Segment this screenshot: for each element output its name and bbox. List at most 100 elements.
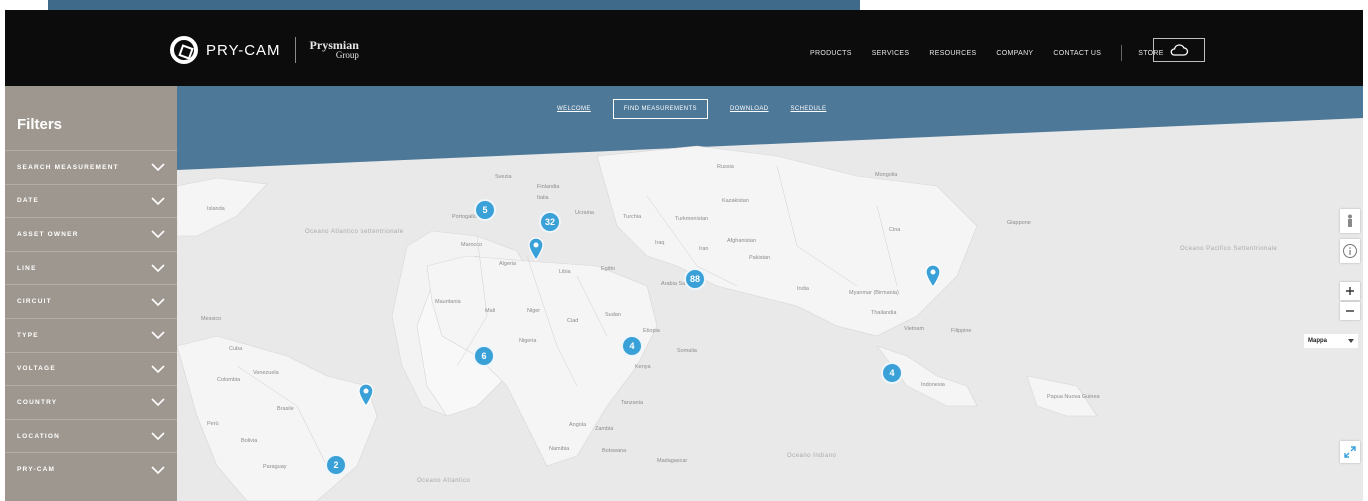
chevron-down-icon — [151, 398, 165, 407]
place-label: Tanzania — [621, 400, 644, 406]
place-label: Islanda — [207, 206, 225, 212]
place-label: India — [797, 286, 809, 292]
cluster-marker[interactable]: 6 — [473, 345, 495, 367]
place-label: Paraguay — [263, 464, 287, 470]
nav-products[interactable]: PRODUCTS — [810, 50, 852, 57]
street-view-button[interactable] — [1340, 209, 1360, 233]
filter-label: ASSET OWNER — [17, 230, 79, 238]
cloud-login-button[interactable] — [1153, 38, 1205, 62]
place-label: Myanmar (Birmania) — [849, 290, 899, 296]
filter-label: TYPE — [17, 331, 39, 339]
place-label: Perù — [207, 421, 219, 427]
tab-download[interactable]: DOWNLOAD — [730, 106, 769, 112]
top-banner-strip — [48, 0, 860, 10]
expand-icon — [1344, 446, 1356, 458]
filter-type[interactable]: TYPE — [5, 317, 177, 352]
zoom-in-button[interactable] — [1340, 282, 1360, 300]
place-label: Botswana — [602, 448, 627, 454]
location-pin-icon[interactable] — [358, 383, 374, 407]
location-pin-icon[interactable] — [925, 264, 941, 288]
filter-search-measurement[interactable]: SEARCH MEASUREMENT — [5, 150, 177, 184]
place-label: Algeria — [499, 261, 517, 267]
map-type-value: Mappa — [1308, 338, 1328, 344]
cluster-marker[interactable]: 5 — [474, 199, 496, 221]
zoom-out-button[interactable] — [1340, 302, 1360, 320]
filter-asset-owner[interactable]: ASSET OWNER — [5, 217, 177, 251]
measurements-map[interactable]: WELCOME FIND MEASUREMENTS DOWNLOAD SCHED… — [177, 86, 1363, 501]
filter-location[interactable]: LOCATION — [5, 418, 177, 453]
filter-label: PRY-CAM — [17, 466, 56, 474]
place-label: Brasile — [277, 406, 294, 412]
place-label: Etiopia — [643, 328, 660, 334]
brand-logo[interactable]: PRY-CAM Prysmian Group — [170, 36, 359, 64]
place-label: Bolivia — [241, 438, 258, 444]
plus-icon — [1346, 287, 1354, 295]
nav-services[interactable]: SERVICES — [872, 50, 910, 57]
cluster-marker[interactable]: 32 — [539, 211, 561, 233]
place-label: Egitto — [601, 266, 616, 272]
place-label: Somalia — [677, 348, 697, 354]
filter-country[interactable]: COUNTRY — [5, 385, 177, 419]
place-label: Venezuela — [253, 370, 279, 376]
place-label: Papua Nuova Guinea — [1047, 394, 1100, 400]
chevron-down-icon — [151, 264, 165, 273]
nav-company[interactable]: COMPANY — [996, 50, 1033, 57]
caret-down-icon — [1348, 339, 1354, 343]
place-label: Mauritania — [435, 299, 461, 305]
filter-voltage[interactable]: VOLTAGE — [5, 351, 177, 386]
filter-label: LOCATION — [17, 432, 61, 440]
page-tabs: WELCOME FIND MEASUREMENTS DOWNLOAD SCHED… — [557, 99, 848, 119]
ocean-label: Oceano Atlantico — [417, 478, 471, 484]
info-button[interactable] — [1340, 239, 1360, 263]
chevron-down-icon — [151, 466, 165, 474]
cluster-marker[interactable]: 88 — [684, 268, 706, 290]
filter-label: SEARCH MEASUREMENT — [17, 163, 119, 171]
chevron-down-icon — [151, 230, 165, 239]
place-label: Colombia — [217, 377, 241, 383]
filter-label: VOLTAGE — [17, 365, 56, 373]
filter-label: LINE — [17, 264, 37, 272]
place-label: Iraq — [655, 240, 665, 246]
place-label: Sudan — [605, 312, 621, 318]
place-label: Kenya — [635, 364, 651, 370]
chevron-down-icon — [151, 331, 165, 340]
nav-resources[interactable]: RESOURCES — [929, 50, 976, 57]
filter-label: CIRCUIT — [17, 298, 52, 306]
group-logo-line1: Prysmian — [309, 38, 359, 52]
fullscreen-button[interactable] — [1340, 441, 1360, 463]
location-pin-icon[interactable] — [528, 237, 544, 261]
cluster-marker[interactable]: 2 — [325, 454, 347, 476]
place-label: Russia — [717, 164, 734, 170]
map-type-select[interactable]: Mappa — [1304, 334, 1358, 348]
minus-icon — [1346, 310, 1354, 312]
filter-pry-cam[interactable]: PRY-CAM — [5, 452, 177, 486]
place-label: Italia — [537, 195, 549, 201]
pegman-icon — [1348, 214, 1352, 227]
place-label: Finlandia — [537, 184, 560, 190]
place-label: Iran — [699, 246, 709, 252]
ocean-label: Oceano Indiano — [787, 453, 837, 459]
tab-welcome[interactable]: WELCOME — [557, 106, 591, 112]
place-label: Messico — [201, 316, 222, 322]
place-label: Mongolia — [875, 172, 898, 178]
brand-name: PRY-CAM — [206, 41, 281, 59]
filters-sidebar: Filters SEARCH MEASUREMENT DATE ASSET OW… — [5, 86, 177, 501]
cluster-marker[interactable]: 4 — [881, 362, 903, 384]
chevron-down-icon — [151, 365, 165, 373]
tab-find-measurements[interactable]: FIND MEASUREMENTS — [612, 99, 708, 119]
filter-line[interactable]: LINE — [5, 250, 177, 285]
tab-schedule[interactable]: SCHEDULE — [791, 106, 827, 112]
place-label: Cuba — [229, 346, 243, 352]
filters-title: Filters — [17, 116, 63, 133]
cluster-marker[interactable]: 4 — [621, 335, 643, 357]
logo-divider — [294, 37, 296, 63]
prysmian-group-logo: Prysmian Group — [309, 38, 359, 60]
nav-contact-us[interactable]: CONTACT US — [1053, 50, 1101, 57]
chevron-down-icon — [151, 163, 165, 172]
place-label: Pakistan — [749, 255, 771, 261]
filter-circuit[interactable]: CIRCUIT — [5, 284, 177, 318]
pry-cam-logo-icon — [170, 36, 198, 64]
filter-date[interactable]: DATE — [5, 183, 177, 218]
info-icon — [1343, 244, 1357, 258]
place-label: Marocco — [461, 242, 483, 248]
